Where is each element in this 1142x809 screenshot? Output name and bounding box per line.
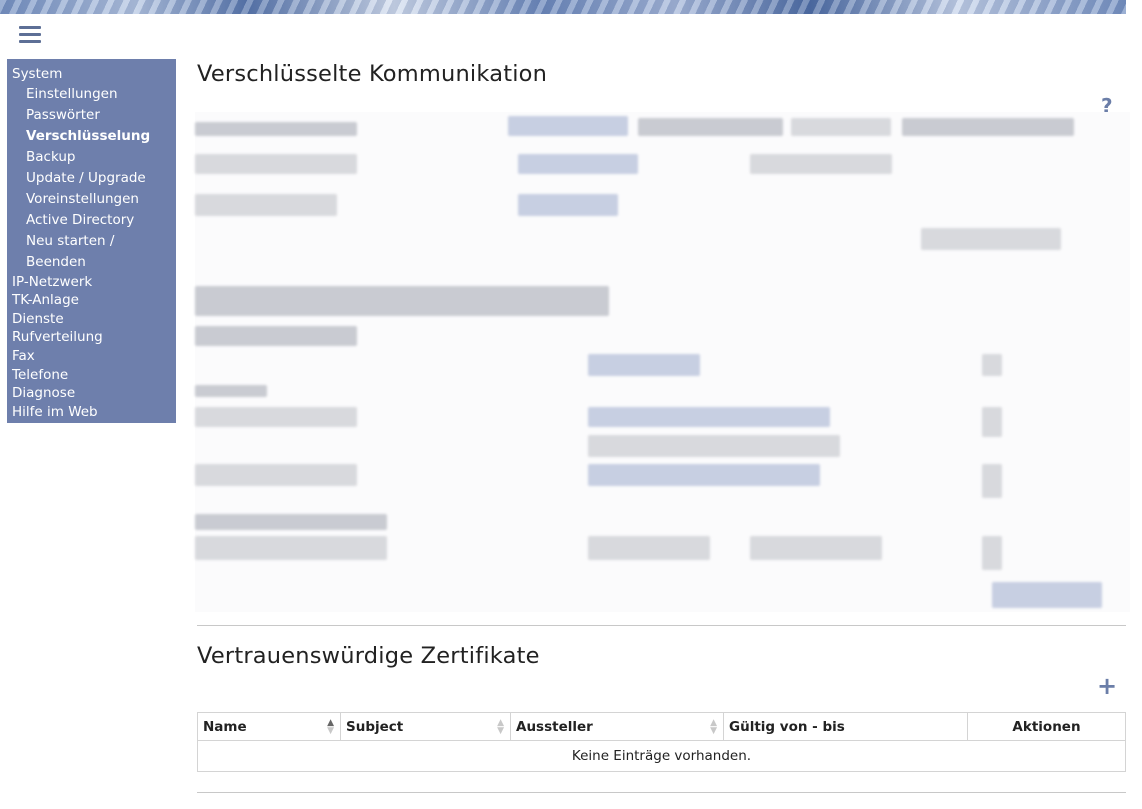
sidebar-item-rufverteilung[interactable]: Rufverteilung (7, 328, 176, 347)
sidebar-item-system[interactable]: System (7, 65, 176, 84)
hamburger-icon[interactable] (19, 26, 41, 44)
sidebar-item-backup[interactable]: Backup (7, 147, 176, 168)
redacted-settings-area (195, 112, 1130, 612)
section-title-trusted-certificates: Vertrauenswürdige Zertifikate (197, 643, 540, 669)
sidebar-nav: System Einstellungen Passwörter Verschlü… (7, 59, 176, 423)
sidebar-item-tk-anlage[interactable]: TK-Anlage (7, 291, 176, 310)
sidebar-item-ip-netzwerk[interactable]: IP-Netzwerk (7, 273, 176, 292)
sidebar-item-fax[interactable]: Fax (7, 347, 176, 366)
header-banner (0, 0, 1126, 14)
column-header-aktionen: Aktionen (967, 712, 1126, 741)
empty-message: Keine Einträge vorhanden. (197, 740, 1126, 772)
sidebar-item-dienste[interactable]: Dienste (7, 310, 176, 329)
section-divider (197, 625, 1126, 626)
certificates-table: Name ▲ ▼ Subject ▲ ▼ Aussteller ▲ ▼ Gültig … (197, 712, 1126, 772)
section-title-encrypted-communication: Verschlüsselte Kommunikation (197, 61, 548, 87)
sidebar-item-einstellungen[interactable]: Einstellungen (7, 84, 176, 105)
table-row-empty: Keine Einträge vorhanden. (197, 740, 1126, 772)
bottom-divider (197, 792, 1126, 793)
sort-arrows-icon: ▲ ▼ (497, 718, 504, 736)
sidebar-item-voreinstellungen[interactable]: Voreinstellungen (7, 189, 176, 210)
sidebar-item-active-directory[interactable]: Active Directory (7, 210, 176, 231)
plus-icon[interactable]: + (1097, 674, 1117, 698)
column-header-aussteller[interactable]: Aussteller ▲ ▼ (510, 712, 724, 741)
sidebar-item-verschluesselung[interactable]: Verschlüsselung (7, 126, 176, 147)
sidebar-item-telefone[interactable]: Telefone (7, 366, 176, 385)
sidebar-item-hilfe-im-web[interactable]: Hilfe im Web (7, 403, 176, 422)
column-header-name[interactable]: Name ▲ ▼ (197, 712, 341, 741)
sort-arrows-icon: ▲ ▼ (710, 718, 717, 736)
sidebar-item-passwoerter[interactable]: Passwörter (7, 105, 176, 126)
column-header-subject[interactable]: Subject ▲ ▼ (340, 712, 511, 741)
sidebar-item-neu-starten[interactable]: Neu starten / (7, 231, 176, 252)
sidebar-item-beenden[interactable]: Beenden (7, 252, 176, 273)
column-header-gueltig: Gültig von - bis (723, 712, 968, 741)
sort-arrows-icon: ▲ ▼ (327, 718, 334, 736)
sidebar-item-diagnose[interactable]: Diagnose (7, 384, 176, 403)
sidebar-item-update-upgrade[interactable]: Update / Upgrade (7, 168, 176, 189)
